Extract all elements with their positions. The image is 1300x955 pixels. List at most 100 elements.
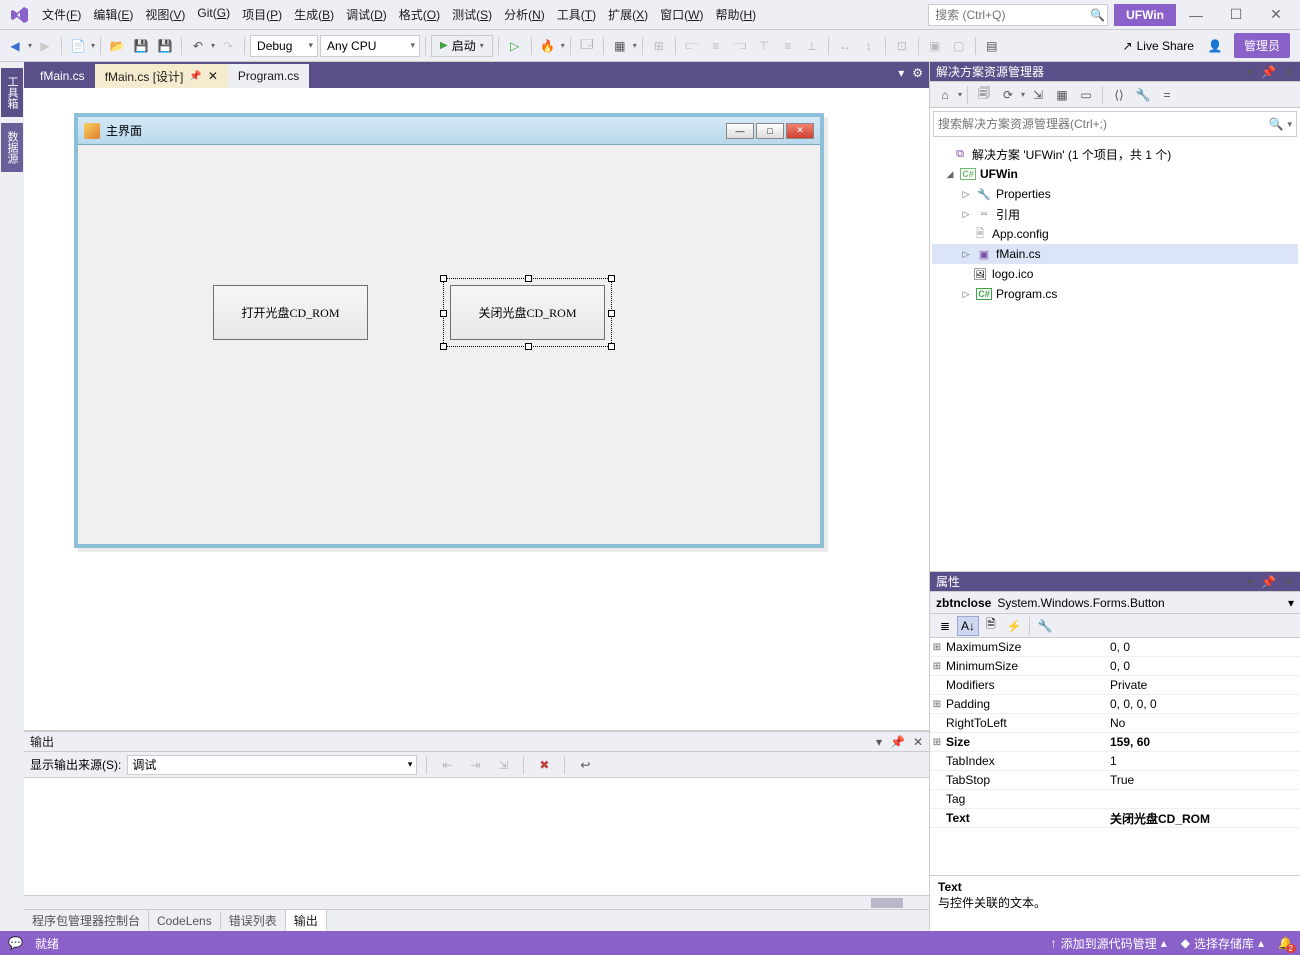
se-pin-icon[interactable]: 📌 <box>1259 65 1278 79</box>
menu-s[interactable]: 测试(S) <box>446 2 498 27</box>
designed-form[interactable]: 主界面 — □ ✕ 打开光盘CD_ROM 关闭光盘CD_ROM <box>74 113 824 548</box>
chevron-down-icon[interactable]: ▾ <box>1288 596 1294 610</box>
output-source-combo[interactable]: 调试 <box>127 755 417 775</box>
props-pin-icon[interactable]: 📌 <box>1259 575 1278 589</box>
live-share-button[interactable]: ↗ Live Share <box>1115 39 1202 53</box>
menu-t[interactable]: 工具(T) <box>551 2 602 27</box>
output-next-button[interactable]: ⇲ <box>492 754 514 776</box>
tree-program-node[interactable]: ▷ C# Program.cs <box>932 284 1298 304</box>
form-designer[interactable]: 主界面 — □ ✕ 打开光盘CD_ROM 关闭光盘CD_ROM <box>24 88 929 731</box>
tree-fmain-node[interactable]: ▷ ▣ fMain.cs <box>932 244 1298 264</box>
props-alpha-button[interactable]: A↓ <box>957 616 979 636</box>
se-search-input[interactable] <box>938 117 1269 131</box>
feedback-button[interactable]: 👤 <box>1204 35 1226 57</box>
output-close-icon[interactable]: ✕ <box>911 735 925 749</box>
align-top-button[interactable]: ⊤ <box>753 35 775 57</box>
menu-w[interactable]: 窗口(W) <box>654 2 709 27</box>
datasources-tab[interactable]: 数据源 <box>1 123 23 172</box>
prop-row-text[interactable]: Text关闭光盘CD_ROM <box>930 809 1300 828</box>
prop-row-minimumsize[interactable]: ⊞MinimumSize0, 0 <box>930 657 1300 676</box>
maximize-button[interactable]: ☐ <box>1216 1 1256 29</box>
align-grid-button[interactable]: ⊞ <box>648 35 670 57</box>
status-notifications[interactable]: 🔔 <box>1278 936 1292 950</box>
start-button[interactable]: ▶启动▾ <box>431 35 493 57</box>
pin-icon[interactable]: 📌 <box>189 71 201 82</box>
tab-pkgmgr[interactable]: 程序包管理器控制台 <box>24 910 149 931</box>
menu-x[interactable]: 扩展(X) <box>602 2 654 27</box>
tab-settings-icon[interactable]: ⚙ <box>910 64 925 82</box>
props-wrench-button[interactable]: 🔧 <box>1034 616 1056 636</box>
output-prev-button[interactable]: ⇥ <box>464 754 486 776</box>
align-center-button[interactable]: ≡ <box>705 35 727 57</box>
output-pin-icon[interactable]: 📌 <box>888 735 907 749</box>
se-props-button[interactable]: ⟨⟩ <box>1108 84 1130 106</box>
menu-o[interactable]: 格式(O) <box>393 2 446 27</box>
output-dropdown-icon[interactable]: ▾ <box>874 735 884 749</box>
tree-appconfig-node[interactable]: 🗎 App.config <box>932 224 1298 244</box>
tab-menu-icon[interactable]: ▾ <box>896 64 906 82</box>
props-object-selector[interactable]: zbtnclose System.Windows.Forms.Button ▾ <box>930 592 1300 614</box>
bring-front-button[interactable]: ▣ <box>924 35 946 57</box>
vspace-button[interactable]: ↕ <box>858 35 880 57</box>
start-without-debug-button[interactable]: ▷ <box>504 35 526 57</box>
minimize-button[interactable]: — <box>1176 1 1216 29</box>
btn-open-cdrom[interactable]: 打开光盘CD_ROM <box>213 285 368 340</box>
global-search-input[interactable] <box>935 8 1090 22</box>
tab-order-button[interactable]: ▤ <box>981 35 1003 57</box>
props-page-button[interactable]: 🗎 <box>980 616 1002 636</box>
global-search[interactable]: 🔍 <box>928 4 1108 26</box>
new-item-button[interactable]: 📄 <box>67 35 89 57</box>
prop-row-modifiers[interactable]: ModifiersPrivate <box>930 676 1300 695</box>
samesize-button[interactable]: ⊡ <box>891 35 913 57</box>
save-button[interactable]: 💾 <box>130 35 152 57</box>
align-left-button[interactable]: ⫍ <box>681 35 703 57</box>
output-wrap-button[interactable]: ↩ <box>574 754 596 776</box>
prop-row-size[interactable]: ⊞Size159, 60 <box>930 733 1300 752</box>
prop-row-righttoleft[interactable]: RightToLeftNo <box>930 714 1300 733</box>
status-repo-select[interactable]: ◆选择存储库▴ <box>1181 935 1264 952</box>
expand-icon[interactable]: ⊞ <box>930 737 944 748</box>
doc-tab-fmain-cs[interactable]: fMain.cs <box>30 64 95 88</box>
output-clear-button[interactable]: ✖ <box>533 754 555 776</box>
prop-row-padding[interactable]: ⊞Padding0, 0, 0, 0 <box>930 695 1300 714</box>
props-categorized-button[interactable]: ≣ <box>934 616 956 636</box>
menu-v[interactable]: 视图(V) <box>139 2 191 27</box>
prop-row-maximumsize[interactable]: ⊞MaximumSize0, 0 <box>930 638 1300 657</box>
se-close-icon[interactable]: ✕ <box>1282 65 1296 79</box>
menu-f[interactable]: 文件(F) <box>36 2 87 27</box>
admin-badge[interactable]: 管理员 <box>1234 33 1290 58</box>
props-events-button[interactable]: ⚡ <box>1003 616 1025 636</box>
properties-grid[interactable]: ⊞MaximumSize0, 0⊞MinimumSize0, 0Modifier… <box>930 638 1300 875</box>
menu-e[interactable]: 编辑(E) <box>87 2 139 27</box>
config-combo[interactable]: Debug <box>250 35 318 57</box>
props-close-icon[interactable]: ✕ <box>1282 575 1296 589</box>
close-tab-icon[interactable]: ✕ <box>208 69 218 83</box>
prop-row-tabstop[interactable]: TabStopTrue <box>930 771 1300 790</box>
send-back-button[interactable]: ▢ <box>948 35 970 57</box>
se-collapse-button[interactable]: ⇲ <box>1027 84 1049 106</box>
nav-back-button[interactable]: ◀ <box>4 35 26 57</box>
h-scrollbar[interactable] <box>24 895 929 909</box>
menu-n[interactable]: 分析(N) <box>498 2 551 27</box>
output-goto-button[interactable]: ⇤ <box>436 754 458 776</box>
solution-tree[interactable]: ⧉ 解决方案 'UFWin' (1 个项目，共 1 个) ◢ C# UFWin … <box>930 140 1300 571</box>
se-refresh-button[interactable]: ▭ <box>1075 84 1097 106</box>
align-bottom-button[interactable]: ⊥ <box>801 35 823 57</box>
se-search[interactable]: 🔍 ▾ <box>933 111 1297 137</box>
platform-combo[interactable]: Any CPU <box>320 35 420 57</box>
nav-fwd-button[interactable]: ▶ <box>34 35 56 57</box>
browser-link-button[interactable]: 🗔 <box>576 35 598 57</box>
output-text[interactable] <box>24 778 929 895</box>
redo-button[interactable]: ↷ <box>217 35 239 57</box>
tree-logo-node[interactable]: 🖼 logo.ico <box>932 264 1298 284</box>
save-all-button[interactable]: 💾 <box>154 35 176 57</box>
tab-errorlist[interactable]: 错误列表 <box>221 910 286 931</box>
doc-tab-program-cs[interactable]: Program.cs <box>228 64 309 88</box>
props-dropdown-icon[interactable]: ▾ <box>1245 575 1255 589</box>
undo-button[interactable]: ↶ <box>187 35 209 57</box>
expand-icon[interactable]: ⊞ <box>930 699 944 710</box>
tree-properties-node[interactable]: ▷ 🔧 Properties <box>932 184 1298 204</box>
prop-row-tabindex[interactable]: TabIndex1 <box>930 752 1300 771</box>
se-home-button[interactable]: ⌂ <box>934 84 956 106</box>
tab-output[interactable]: 输出 <box>286 910 327 931</box>
